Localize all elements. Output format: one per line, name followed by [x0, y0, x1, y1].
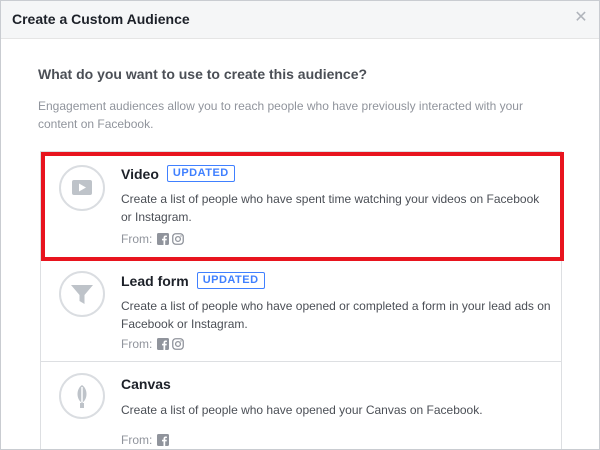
- funnel-icon: [59, 271, 105, 317]
- video-play-icon: [59, 165, 105, 211]
- facebook-icon: [157, 233, 170, 245]
- option-lead-form-sources: From:: [121, 337, 187, 351]
- option-lead-form-title: Lead form: [121, 272, 189, 289]
- from-label: From:: [121, 232, 153, 246]
- updated-badge: UPDATED: [196, 272, 265, 289]
- custom-audience-dialog: Create a Custom Audience ✕ What do you w…: [0, 0, 600, 450]
- option-video-title: Video: [121, 165, 159, 182]
- instagram-icon: [172, 338, 185, 350]
- engagement-options-list: Video UPDATED Create a list of people wh…: [40, 151, 562, 449]
- option-lead-form-description: Create a list of people who have opened …: [121, 299, 551, 331]
- facebook-icon: [157, 434, 170, 446]
- audience-description: Engagement audiences allow you to reach …: [38, 99, 523, 131]
- option-video-description: Create a list of people who have spent t…: [121, 192, 540, 224]
- updated-badge: UPDATED: [166, 165, 235, 182]
- option-canvas[interactable]: Canvas Create a list of people who have …: [41, 362, 561, 449]
- option-lead-form[interactable]: Lead form UPDATED Create a list of peopl…: [41, 260, 561, 362]
- from-label: From:: [121, 337, 153, 351]
- option-video[interactable]: Video UPDATED Create a list of people wh…: [41, 152, 561, 260]
- close-icon[interactable]: ✕: [573, 10, 589, 26]
- dialog-title: Create a Custom Audience: [12, 11, 190, 27]
- instagram-icon: [172, 233, 185, 245]
- option-canvas-title-row: Canvas: [121, 376, 171, 392]
- audience-question: What do you want to use to create this a…: [38, 66, 368, 82]
- from-label: From:: [121, 433, 153, 447]
- option-canvas-title: Canvas: [121, 376, 171, 392]
- option-lead-form-title-row: Lead form UPDATED: [121, 272, 265, 289]
- option-canvas-sources: From:: [121, 433, 172, 447]
- option-video-sources: From:: [121, 232, 187, 246]
- option-canvas-description: Create a list of people who have opened …: [121, 403, 483, 417]
- dialog-header: Create a Custom Audience ✕: [1, 1, 599, 39]
- canvas-icon: [59, 373, 105, 419]
- facebook-icon: [157, 338, 170, 350]
- option-video-title-row: Video UPDATED: [121, 165, 235, 182]
